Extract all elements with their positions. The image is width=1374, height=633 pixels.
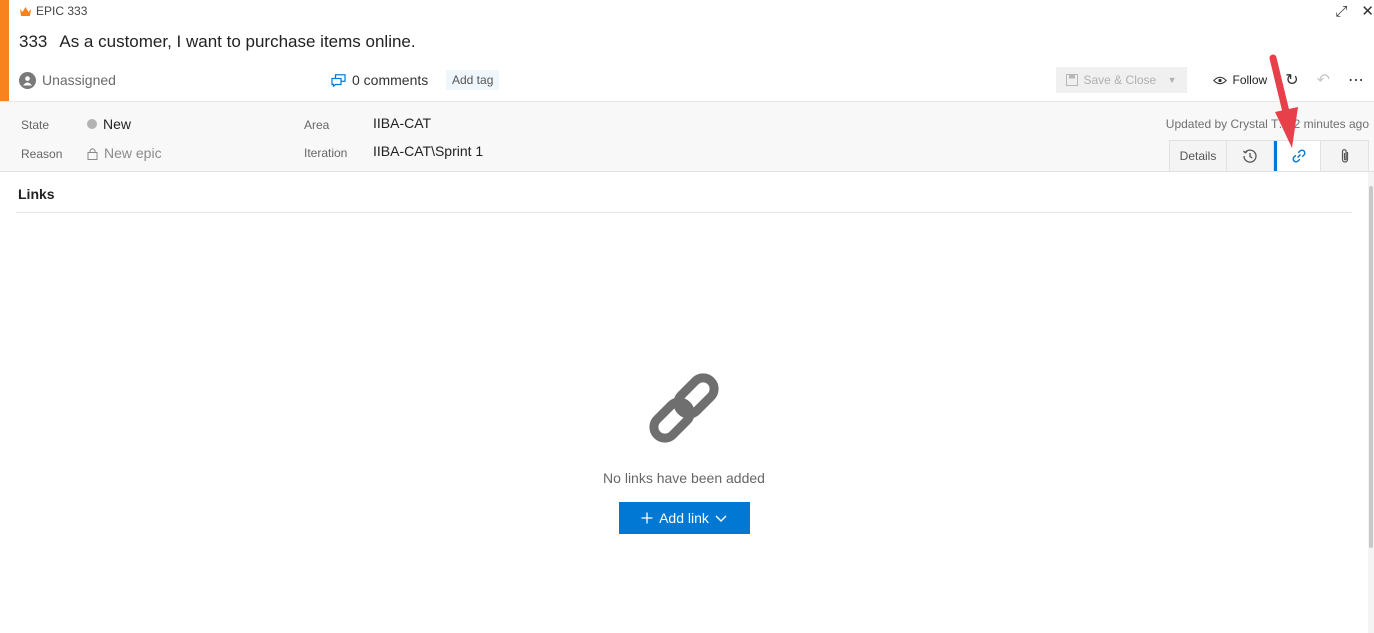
assignee-picker[interactable]: Unassigned (19, 71, 331, 89)
comments-link[interactable]: 0 comments (331, 72, 446, 88)
area-label: Area (304, 118, 330, 132)
area-value: IIBA-CAT (373, 115, 432, 131)
work-item-id: 333 (19, 32, 48, 51)
chevron-down-icon[interactable]: ▼ (1168, 75, 1177, 85)
work-item-title[interactable]: 333 As a customer, I want to purchase it… (19, 32, 416, 52)
state-dot-icon (87, 119, 97, 129)
empty-state-message: No links have been added (603, 470, 765, 486)
state-value: New (103, 116, 132, 132)
scrollbar-thumb[interactable] (1369, 186, 1373, 548)
paperclip-icon (1341, 149, 1348, 163)
add-link-button[interactable]: Add link (618, 502, 750, 534)
save-close-button[interactable]: Save & Close ▼ (1055, 67, 1187, 93)
section-divider (16, 212, 1352, 213)
crown-icon (20, 6, 31, 16)
reason-value: New epic (104, 145, 162, 161)
eye-icon (1212, 76, 1227, 84)
work-item-title-text[interactable]: As a customer, I want to purchase items … (59, 32, 415, 52)
plus-icon (641, 512, 653, 524)
large-link-icon (649, 373, 719, 443)
tab-details-label: Details (1179, 149, 1217, 163)
links-empty-state: No links have been added Add link (0, 360, 1368, 534)
iteration-label: Iteration (304, 146, 348, 160)
assignee-label: Unassigned (42, 72, 116, 88)
reason-label: Reason (21, 147, 63, 161)
reason-field: New epic (87, 145, 162, 161)
header-toolbar: Save & Close ▼ Follow ↻ ↶ ⋯ (1055, 67, 1364, 93)
add-tag-button[interactable]: Add tag (446, 70, 500, 90)
iteration-field[interactable]: IIBA-CAT\Sprint 1 (373, 143, 483, 159)
area-field[interactable]: IIBA-CAT (373, 115, 431, 131)
add-link-label: Add link (659, 510, 709, 526)
save-close-label: Save & Close (1083, 73, 1157, 87)
annotation-arrow-icon (1269, 54, 1298, 148)
work-item-header: EPIC 333 333 As a customer, I want to pu… (9, 0, 1374, 101)
iteration-value: IIBA-CAT\Sprint 1 (373, 143, 484, 159)
window-controls: ⤢ ✕ (1335, 2, 1374, 21)
tab-details[interactable]: Details (1170, 141, 1227, 171)
follow-button[interactable]: Follow (1212, 73, 1267, 87)
tab-attachments[interactable] (1321, 141, 1368, 171)
work-item-type: EPIC 333 (19, 4, 87, 18)
work-item-type-color-bar (0, 0, 9, 101)
avatar-icon (19, 71, 36, 89)
work-item-type-label: EPIC 333 (36, 4, 88, 18)
lock-icon (87, 147, 98, 160)
chevron-down-icon (715, 515, 727, 522)
close-icon[interactable]: ✕ (1361, 2, 1374, 20)
comment-icon (331, 73, 346, 87)
comments-count: 0 comments (352, 72, 429, 88)
undo-icon[interactable]: ↶ (1317, 70, 1330, 90)
state-label: State (21, 118, 50, 132)
more-actions-icon[interactable]: ⋯ (1348, 70, 1364, 90)
work-item-fields: State New Reason New epic Area IIBA-CAT … (0, 101, 1374, 172)
expand-icon[interactable]: ⤢ (1335, 3, 1347, 20)
state-field[interactable]: New (87, 116, 131, 132)
links-section-title: Links (18, 186, 55, 202)
history-icon (1243, 149, 1257, 163)
save-icon (1065, 74, 1078, 86)
